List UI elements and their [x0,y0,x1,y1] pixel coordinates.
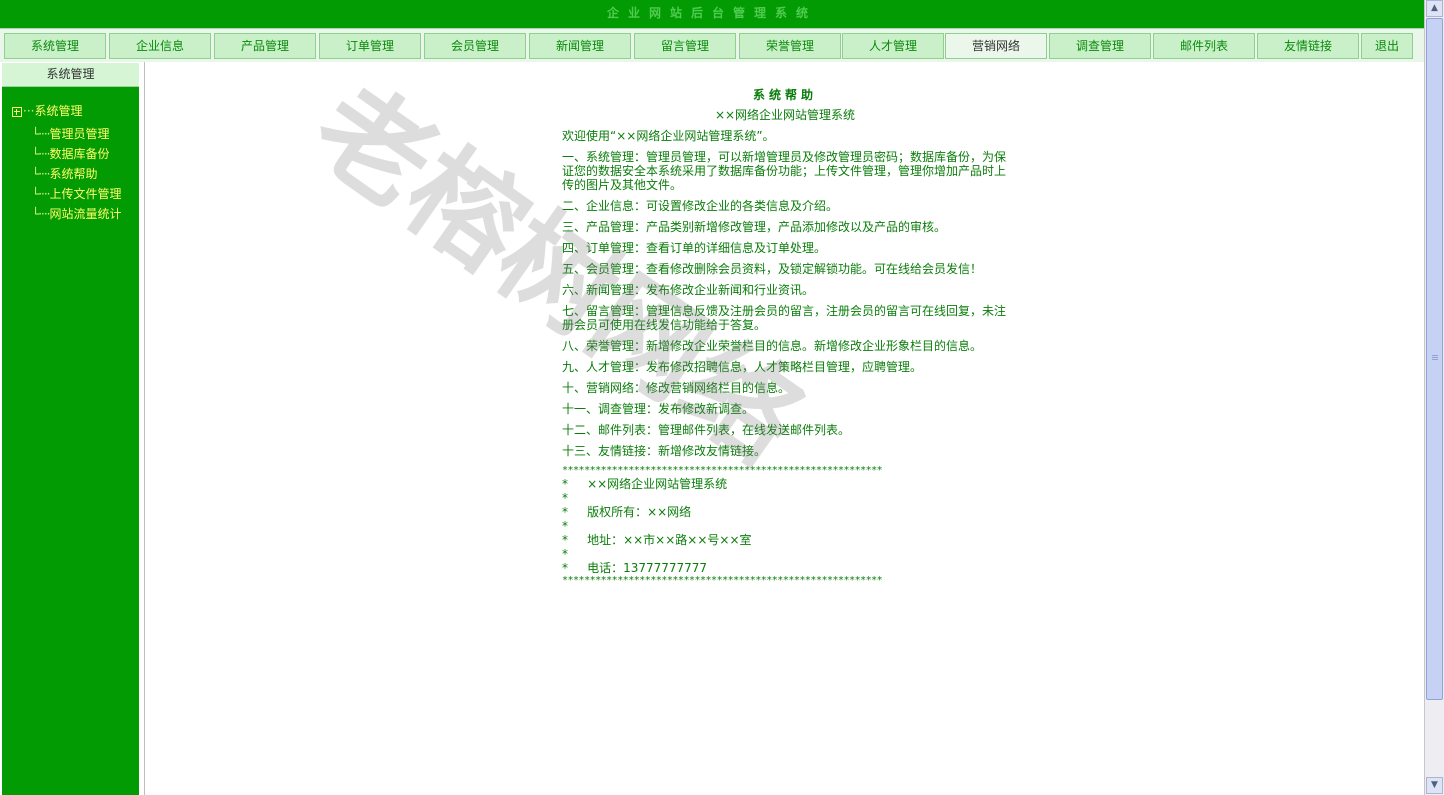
help-paragraph: 十三、友情链接：新增修改友情链接。 [562,444,767,458]
nav-messages[interactable]: 留言管理 [634,33,736,59]
help-title: 系统帮助 [752,88,817,102]
sidebar-item-label: 系统帮助 [49,167,98,181]
nav-products[interactable]: 产品管理 [214,33,316,59]
help-paragraph: 八、荣誉管理：新增修改企业荣誉栏目的信息。新增修改企业形象栏目的信息。 [562,339,983,353]
nav-friend-links[interactable]: 友情链接 [1257,33,1359,59]
sidebar-item-upload-files[interactable]: └····上传文件管理 [32,185,122,202]
sidebar-item-label: 数据库备份 [49,147,110,161]
scroll-thumb[interactable] [1426,18,1443,700]
copyright-line: * 地址：××市××路××号××室 [562,533,752,547]
sidebar-header: 系统管理 [2,63,139,87]
tree-branch-icon: └···· [32,207,51,221]
expand-plus-icon[interactable] [12,106,22,117]
nav-surveys[interactable]: 调查管理 [1049,33,1151,59]
vertical-scrollbar[interactable]: ▲ ▼ [1424,0,1444,795]
help-paragraph: 四、订单管理：查看订单的详细信息及订单处理。 [562,241,827,255]
nav-marketing-network[interactable]: 营销网络 [945,33,1047,59]
top-nav: 系统管理 企业信息 产品管理 订单管理 会员管理 新闻管理 留言管理 荣誉管理 … [0,28,1424,62]
sidebar-item-db-backup[interactable]: └····数据库备份 [32,145,110,162]
help-paragraph: 十二、邮件列表：管理邮件列表，在线发送邮件列表。 [562,423,851,437]
copyright-border-bottom: ****************************************… [562,575,883,586]
nav-orders[interactable]: 订单管理 [319,33,421,59]
sidebar-item-traffic-stats[interactable]: └····网站流量统计 [32,205,122,222]
sidebar-item-label: 管理员管理 [49,127,110,141]
help-paragraph: 十、营销网络：修改营销网络栏目的信息。 [562,381,791,395]
copyright-line: * [562,547,568,561]
scroll-down-icon[interactable]: ▼ [1426,777,1443,794]
tree-root-label: 系统管理 [34,104,83,118]
scroll-up-icon[interactable]: ▲ [1426,0,1443,17]
sidebar-item-system-help[interactable]: └····系统帮助 [32,165,98,182]
tree-branch-icon: └···· [32,167,51,181]
help-welcome: 欢迎使用“××网络企业网站管理系统”。 [562,129,775,143]
tree-branch-icon: └···· [32,127,51,141]
copyright-line: * 电话：13777777777 [562,561,708,575]
nav-logout[interactable]: 退出 [1361,33,1413,59]
help-paragraph: 二、企业信息：可设置修改企业的各类信息及介绍。 [562,199,839,213]
help-paragraph: 十一、调查管理：发布修改新调查。 [562,402,755,416]
app-title: 企业网站后台管理系统 [606,6,817,20]
sidebar: 系统管理 ···系统管理 └····管理员管理 └····数据库备份 └····… [0,62,145,795]
tree-root-system[interactable]: ···系统管理 [12,102,82,119]
app-banner: 企业网站后台管理系统 [0,0,1424,28]
copyright-line: * [562,491,568,505]
copyright-line: * [562,519,568,533]
help-paragraph: 七、留言管理：管理信息反馈及注册会员的留言，注册会员的留言可在线回复，未注册会员… [562,304,1007,332]
help-panel: 系统帮助 ××网络企业网站管理系统 欢迎使用“××网络企业网站管理系统”。 一、… [562,88,1008,587]
tree-branch-icon: └···· [32,147,51,161]
nav-honors[interactable]: 荣誉管理 [739,33,841,59]
copyright-border-top: ****************************************… [562,465,883,476]
help-paragraph: 三、产品管理：产品类别新增修改管理，产品添加修改以及产品的审核。 [562,220,947,234]
sidebar-item-label: 网站流量统计 [49,207,122,221]
main-content: 系统帮助 ××网络企业网站管理系统 欢迎使用“××网络企业网站管理系统”。 一、… [146,62,1424,795]
copyright-line: * 版权所有：××网络 [562,505,692,519]
help-subtitle: ××网络企业网站管理系统 [714,108,856,122]
copyright-line: * ××网络企业网站管理系统 [562,477,728,491]
sidebar-item-label: 上传文件管理 [49,187,122,201]
tree-branch-icon: └···· [32,187,51,201]
help-paragraph: 一、系统管理：管理员管理，可以新增管理员及修改管理员密码；数据库备份，为保证您的… [562,150,1007,192]
sidebar-tree: ···系统管理 └····管理员管理 └····数据库备份 └····系统帮助 … [2,87,139,795]
help-paragraph: 九、人才管理：发布修改招聘信息，人才策略栏目管理，应聘管理。 [562,360,923,374]
help-paragraph: 六、新闻管理：发布修改企业新闻和行业资讯。 [562,283,815,297]
nav-talent[interactable]: 人才管理 [842,33,944,59]
nav-members[interactable]: 会员管理 [424,33,526,59]
nav-news[interactable]: 新闻管理 [529,33,631,59]
sidebar-item-admin-manage[interactable]: └····管理员管理 [32,125,110,142]
nav-company-info[interactable]: 企业信息 [109,33,211,59]
nav-system[interactable]: 系统管理 [4,33,106,59]
help-paragraph: 五、会员管理：查看修改删除会员资料，及锁定解锁功能。可在线给会员发信！ [562,262,983,276]
nav-mail-list[interactable]: 邮件列表 [1153,33,1255,59]
